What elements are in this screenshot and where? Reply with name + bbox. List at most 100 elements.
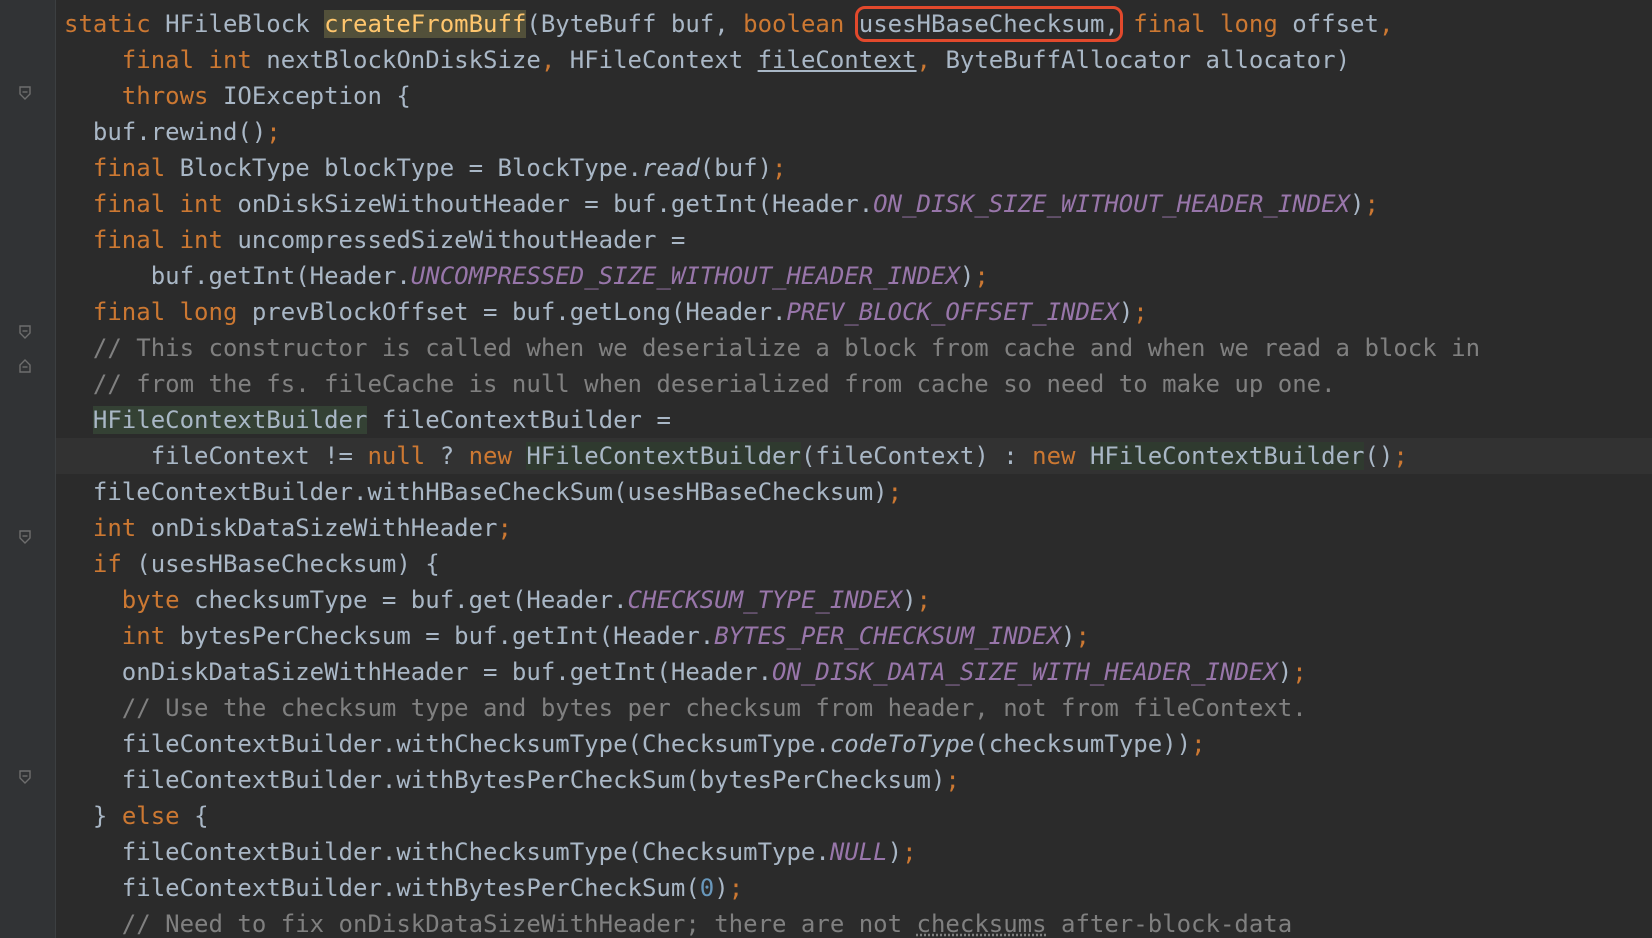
code-token: ; (945, 766, 960, 794)
code-line-14[interactable]: fileContextBuilder.withHBaseCheckSum(use… (64, 474, 1480, 510)
code-token: ) (902, 586, 917, 614)
code-token: onDiskDataSizeWithHeader = buf.getInt(He… (92, 658, 773, 686)
code-line-12[interactable]: HFileContextBuilder fileContextBuilder = (64, 402, 1480, 438)
code-line-1[interactable]: static HFileBlock createFromBuff(ByteBuf… (64, 6, 1480, 42)
code-line-16[interactable]: if (usesHBaseChecksum) { (64, 546, 1480, 582)
code-line-2[interactable]: final int nextBlockOnDiskSize, HFileCont… (64, 42, 1480, 78)
code-token: () (1364, 442, 1394, 470)
code-line-20[interactable]: // Use the checksum type and bytes per c… (64, 690, 1480, 726)
code-token: ) (1277, 658, 1293, 686)
code-token: createFromBuff (324, 10, 527, 38)
code-line-19[interactable]: onDiskDataSizeWithHeader = buf.getInt(He… (64, 654, 1480, 690)
code-line-4[interactable]: buf.rewind(); (64, 114, 1480, 150)
code-token: ; (266, 118, 281, 146)
fold-method-icon[interactable] (18, 86, 32, 100)
code-line-3[interactable]: throws IOException { (64, 78, 1480, 114)
code-token: boolean (743, 10, 859, 38)
code-token: NULL (829, 838, 888, 866)
code-token: static (64, 10, 166, 38)
code-token: fileContextBuilder = (367, 406, 671, 434)
code-token: ; (974, 262, 989, 290)
code-token: buf.getInt(Header. (92, 262, 411, 290)
editor-gutter (0, 0, 55, 938)
code-token: // This constructor is called when we de… (92, 334, 1481, 362)
code-line-10[interactable]: // This constructor is called when we de… (64, 330, 1480, 366)
code-token: final int (92, 226, 238, 254)
code-token: ) (1061, 622, 1076, 650)
code-token: PREV_BLOCK_OFFSET_INDEX (786, 298, 1119, 326)
code-line-13[interactable]: fileContext != null ? new HFileContextBu… (64, 438, 1480, 474)
code-line-22[interactable]: fileContextBuilder.withBytesPerCheckSum(… (64, 762, 1480, 798)
fold-else-icon[interactable] (18, 770, 32, 784)
code-token: fileContextBuilder.withChecksumType(Chec… (92, 730, 830, 758)
code-token: fileContext != (92, 442, 368, 470)
code-line-6[interactable]: final int onDiskSizeWithoutHeader = buf.… (64, 186, 1480, 222)
code-token: fileContextBuilder.withBytesPerCheckSum( (92, 874, 700, 902)
code-token: ) (1350, 190, 1365, 218)
code-line-5[interactable]: final BlockType blockType = BlockType.re… (64, 150, 1480, 186)
code-line-7[interactable]: final int uncompressedSizeWithoutHeader … (64, 222, 1480, 258)
code-token: ; (1292, 658, 1307, 686)
code-token: if (92, 550, 137, 578)
code-line-21[interactable]: fileContextBuilder.withChecksumType(Chec… (64, 726, 1480, 762)
fold-comment-start-icon[interactable] (18, 325, 32, 339)
code-line-26[interactable]: // Need to fix onDiskDataSizeWithHeader;… (64, 906, 1480, 938)
code-line-18[interactable]: int bytesPerChecksum = buf.getInt(Header… (64, 618, 1480, 654)
code-token: else (121, 802, 195, 830)
code-line-9[interactable]: final long prevBlockOffset = buf.getLong… (64, 294, 1480, 330)
code-token: final int (92, 46, 267, 74)
code-token: final int (92, 190, 238, 218)
code-token: CHECKSUM_TYPE_INDEX (627, 586, 903, 614)
code-line-25[interactable]: fileContextBuilder.withBytesPerCheckSum(… (64, 870, 1480, 906)
code-token: ) (714, 874, 729, 902)
code-token: ? (439, 442, 469, 470)
code-token: ) (959, 262, 975, 290)
code-line-15[interactable]: int onDiskDataSizeWithHeader; (64, 510, 1480, 546)
code-token: ; (497, 514, 512, 542)
code-token: (usesHBaseChecksum) { (136, 550, 440, 578)
code-token: ; (728, 874, 744, 902)
code-line-8[interactable]: buf.getInt(Header.UNCOMPRESSED_SIZE_WITH… (64, 258, 1480, 294)
code-token: (checksumType)) (974, 730, 1192, 758)
code-token: int (92, 622, 180, 650)
fold-comment-end-icon[interactable] (18, 359, 32, 373)
code-token: , (540, 46, 570, 74)
code-token: after-block-data (1046, 910, 1293, 938)
code-token: ON_DISK_SIZE_WITHOUT_HEADER_INDEX (873, 190, 1350, 218)
code-line-23[interactable]: } else { (64, 798, 1480, 834)
code-token: checksumType = buf.get(Header. (194, 586, 628, 614)
code-content[interactable]: static HFileBlock createFromBuff(ByteBuf… (64, 6, 1480, 938)
fold-if-icon[interactable] (18, 530, 32, 544)
code-token: nextBlockOnDiskSize (266, 46, 541, 74)
code-line-24[interactable]: fileContextBuilder.withChecksumType(Chec… (64, 834, 1480, 870)
code-line-17[interactable]: byte checksumType = buf.get(Header.CHECK… (64, 582, 1480, 618)
code-token: onDiskDataSizeWithHeader (150, 514, 498, 542)
code-token: fileContextBuilder.withChecksumType(Chec… (92, 838, 830, 866)
code-line-11[interactable]: // from the fs. fileCache is null when d… (64, 366, 1480, 402)
code-token: ; (1075, 622, 1090, 650)
code-token: } (92, 802, 122, 830)
code-token: HFileContextBuilder (1089, 442, 1365, 470)
code-token: fileContext (757, 46, 917, 74)
code-token: ; (902, 838, 917, 866)
code-token: (buf) (699, 154, 773, 182)
code-token: ; (1364, 190, 1379, 218)
code-editor[interactable]: static HFileBlock createFromBuff(ByteBuf… (0, 0, 1652, 938)
